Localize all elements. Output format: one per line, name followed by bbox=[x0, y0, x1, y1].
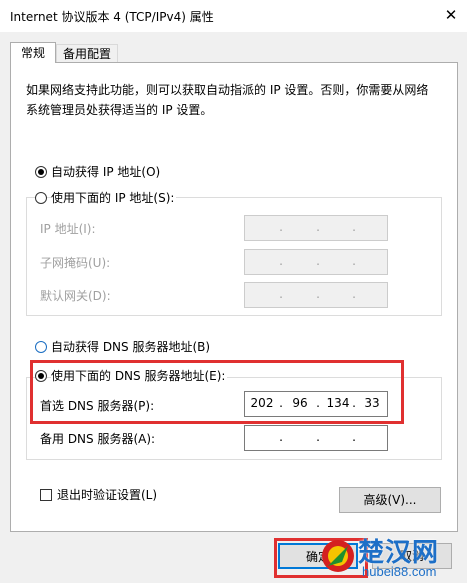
ip-octet: 96 bbox=[292, 396, 308, 410]
ip-dot: . bbox=[352, 287, 356, 301]
advanced-button[interactable]: 高级(V)... bbox=[339, 487, 441, 513]
ip-dot: . bbox=[352, 430, 356, 444]
ip-address-label: IP 地址(I): bbox=[40, 221, 98, 237]
tab-alternate-config[interactable]: 备用配置 bbox=[56, 44, 118, 63]
ip-dot: . bbox=[279, 287, 283, 301]
window-title: Internet 协议版本 4 (TCP/IPv4) 属性 bbox=[10, 10, 214, 24]
manual-ip-label[interactable]: 使用下面的 IP 地址(S): bbox=[51, 190, 177, 206]
alternate-dns-label: 备用 DNS 服务器(A): bbox=[40, 431, 158, 447]
auto-ip-radio[interactable] bbox=[35, 166, 47, 178]
ip-dot: . bbox=[316, 396, 320, 410]
auto-ip-label[interactable]: 自动获得 IP 地址(O) bbox=[51, 164, 163, 180]
subnet-mask-label: 子网掩码(U): bbox=[40, 255, 113, 271]
watermark-emblem-icon bbox=[322, 540, 354, 572]
ip-dot: . bbox=[316, 430, 320, 444]
description-text: 如果网络支持此功能，则可以获取自动指派的 IP 设置。否则，你需要从网络系统管理… bbox=[26, 83, 429, 117]
auto-dns-radio[interactable] bbox=[35, 341, 47, 353]
ip-dot: . bbox=[316, 254, 320, 268]
close-icon[interactable]: ✕ bbox=[441, 4, 461, 26]
ip-address-input[interactable]: . . . bbox=[244, 215, 388, 241]
ip-octet: 33 bbox=[364, 396, 380, 410]
ip-dot: . bbox=[316, 220, 320, 234]
tab-general[interactable]: 常规 bbox=[10, 42, 56, 63]
subnet-mask-input[interactable]: . . . bbox=[244, 249, 388, 275]
ip-dot: . bbox=[316, 287, 320, 301]
manual-dns-radio[interactable] bbox=[35, 370, 47, 382]
manual-dns-label[interactable]: 使用下面的 DNS 服务器地址(E): bbox=[51, 368, 228, 384]
auto-dns-label[interactable]: 自动获得 DNS 服务器地址(B) bbox=[51, 339, 213, 355]
preferred-dns-input[interactable]: 202 . 96 . 134 . 33 bbox=[244, 391, 388, 417]
manual-ip-radio[interactable] bbox=[35, 192, 47, 204]
ip-dot: . bbox=[279, 254, 283, 268]
validate-settings-checkbox[interactable] bbox=[40, 489, 52, 501]
ip-dot: . bbox=[352, 220, 356, 234]
ip-dot: . bbox=[279, 430, 283, 444]
watermark-logo: 楚汉网 hubei88.com bbox=[318, 530, 464, 583]
watermark-url: hubei88.com bbox=[362, 564, 437, 579]
validate-settings-label[interactable]: 退出时验证设置(L) bbox=[57, 487, 160, 503]
ip-octet: 202 bbox=[250, 396, 274, 410]
default-gateway-label: 默认网关(D): bbox=[40, 288, 113, 304]
alternate-dns-input[interactable]: . . . bbox=[244, 425, 388, 451]
default-gateway-input[interactable]: . . . bbox=[244, 282, 388, 308]
ip-dot: . bbox=[352, 254, 356, 268]
ip-dot: . bbox=[279, 220, 283, 234]
preferred-dns-label: 首选 DNS 服务器(P): bbox=[40, 398, 157, 414]
